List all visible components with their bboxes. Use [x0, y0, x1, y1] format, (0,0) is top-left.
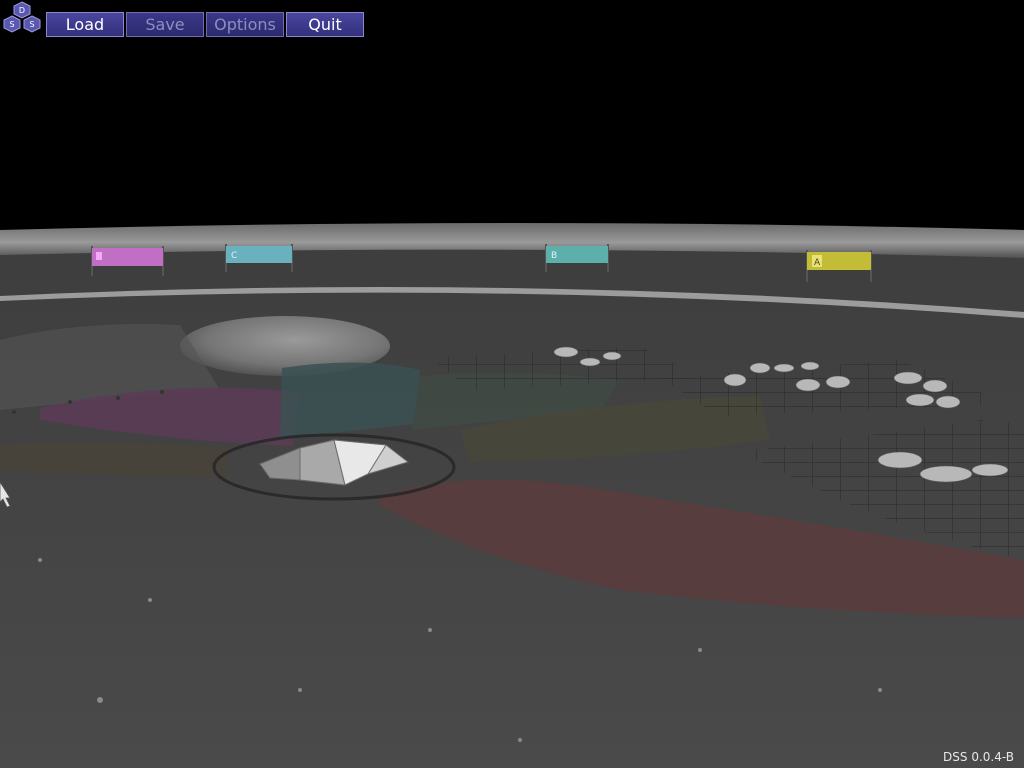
svg-text:S: S: [9, 20, 14, 29]
svg-text:D: D: [19, 6, 25, 15]
lunar-base-scene[interactable]: C B A: [0, 0, 1024, 768]
save-button[interactable]: Save: [126, 12, 204, 37]
load-button[interactable]: Load: [46, 12, 124, 37]
svg-text:C: C: [231, 251, 237, 261]
options-button[interactable]: Options: [206, 12, 284, 37]
quit-button[interactable]: Quit: [286, 12, 364, 37]
main-menu: Load Save Options Quit: [46, 12, 364, 37]
svg-text:A: A: [814, 258, 821, 268]
svg-text:B: B: [551, 251, 557, 261]
svg-text:S: S: [29, 20, 34, 29]
version-label: DSS 0.0.4-B: [943, 750, 1014, 764]
dss-logo: D S S: [3, 1, 41, 33]
